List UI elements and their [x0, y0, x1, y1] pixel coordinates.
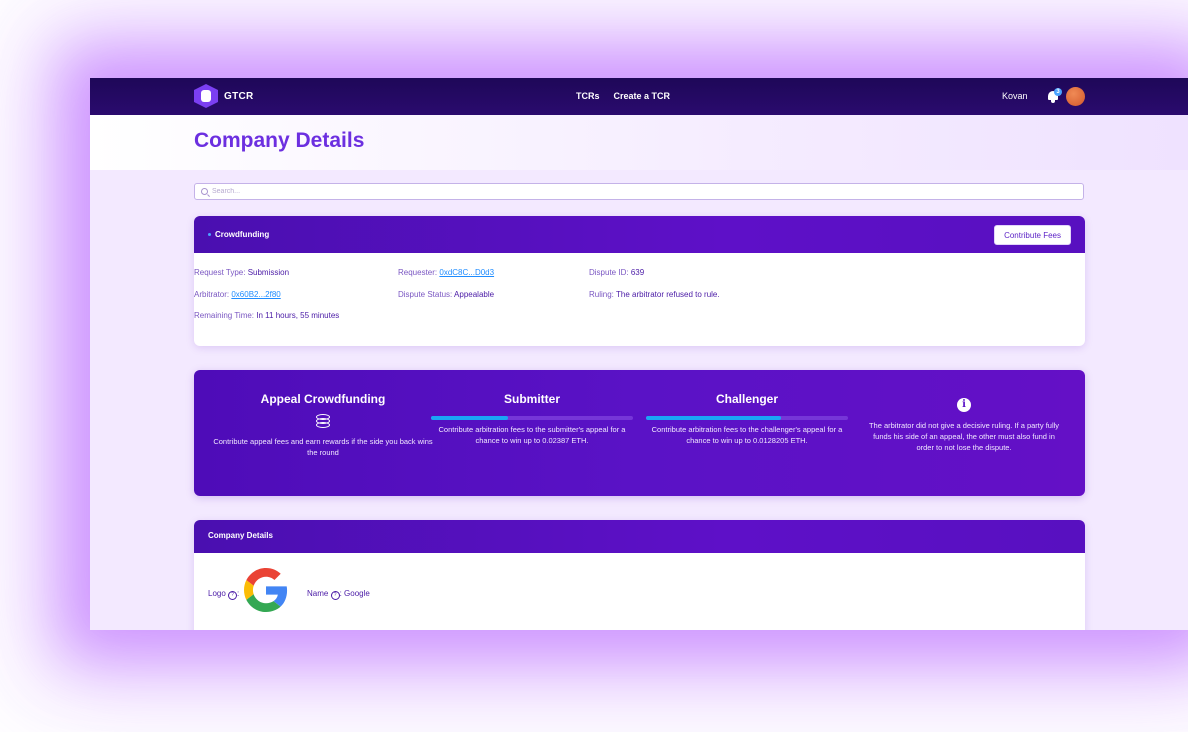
company-details-header: Company Details	[194, 520, 1085, 553]
requester-field: Requester: 0xdC8C...D0d3	[398, 268, 494, 277]
requester-link[interactable]: 0xdC8C...D0d3	[439, 268, 494, 277]
crowdfunding-card: Crowdfunding Contribute Fees Request Typ…	[194, 216, 1085, 346]
contribute-fees-button[interactable]: Contribute Fees	[994, 225, 1071, 245]
dispute-id-label: Dispute ID:	[589, 268, 629, 277]
coins-icon	[314, 414, 332, 430]
company-details-card: Company Details Logo ?: Name ?: Google	[194, 520, 1085, 630]
appeal-title: Appeal Crowdfunding	[260, 392, 386, 406]
crowdfunding-title: Crowdfunding	[215, 230, 270, 239]
challenger-column: Challenger Contribute arbitration fees t…	[646, 392, 848, 446]
search-icon	[201, 188, 208, 195]
submitter-progress-bar	[431, 416, 633, 420]
challenger-progress-fill	[646, 416, 782, 420]
remaining-time-label: Remaining Time:	[194, 311, 255, 320]
challenger-progress-bar	[646, 416, 848, 420]
gtcr-logo-icon	[194, 84, 218, 108]
name-field: Name ?: Google	[307, 589, 370, 600]
page-header: Company Details	[90, 115, 1188, 170]
avatar[interactable]	[1066, 87, 1085, 106]
brand-name: GTCR	[224, 90, 254, 102]
dispute-id-field: Dispute ID: 639	[589, 268, 644, 277]
appeal-description: Contribute appeal fees and earn rewards …	[213, 437, 433, 457]
nav-tcrs[interactable]: TCRs	[576, 91, 600, 101]
status-dot-icon	[208, 233, 211, 236]
network-label[interactable]: Kovan	[1002, 91, 1028, 101]
dispute-status-label: Dispute Status:	[398, 290, 453, 299]
arbitrator-field: Arbitrator: 0x60B2...2f80	[194, 290, 281, 299]
ruling-info: i The arbitrator did not give a decisive…	[866, 398, 1062, 453]
company-details-title: Company Details	[208, 531, 273, 540]
search-bar[interactable]	[194, 183, 1084, 200]
remaining-time-value: In 11 hours, 55 minutes	[256, 311, 340, 320]
dispute-id-value: 639	[630, 268, 645, 277]
arbitrator-link[interactable]: 0x60B2...2f80	[231, 290, 280, 299]
request-type-label: Request Type:	[194, 268, 246, 277]
info-icon: i	[957, 398, 971, 412]
submitter-progress-fill	[431, 416, 508, 420]
request-type-field: Request Type: Submission	[194, 268, 289, 277]
ruling-value: The arbitrator refused to rule.	[615, 290, 720, 299]
ruling-info-text: The arbitrator did not give a decisive r…	[868, 421, 1060, 452]
help-question-icon[interactable]: ?	[330, 591, 340, 600]
ruling-label: Ruling:	[589, 290, 614, 299]
company-name-value: Google	[344, 589, 370, 598]
brand-logo[interactable]: GTCR	[194, 84, 254, 108]
request-type-value: Submission	[247, 268, 290, 277]
top-navigation-bar: GTCR TCRs Create a TCR Kovan 3	[90, 78, 1188, 115]
remaining-time-field: Remaining Time: In 11 hours, 55 minutes	[194, 311, 339, 320]
main-nav: TCRs Create a TCR	[576, 91, 670, 101]
help-question-icon[interactable]: ?	[228, 591, 238, 600]
ruling-field: Ruling: The arbitrator refused to rule.	[589, 290, 720, 299]
page-title: Company Details	[194, 129, 365, 152]
dispute-status-value: Appealable	[454, 290, 495, 299]
dispute-status-field: Dispute Status: Appealable	[398, 290, 494, 299]
logo-field: Logo ?:	[208, 589, 240, 600]
app-window: GTCR TCRs Create a TCR Kovan 3 Company D…	[90, 78, 1188, 630]
name-label: Name	[307, 589, 329, 598]
submitter-column: Submitter Contribute arbitration fees to…	[431, 392, 633, 446]
appeal-intro: Appeal Crowdfunding Contribute appeal fe…	[208, 392, 438, 458]
arbitrator-label: Arbitrator:	[194, 290, 230, 299]
requester-label: Requester:	[398, 268, 438, 277]
challenger-title: Challenger	[715, 392, 778, 406]
notifications-bell-icon[interactable]: 3	[1047, 88, 1062, 104]
notification-badge: 3	[1054, 88, 1062, 96]
logo-label: Logo	[208, 589, 226, 598]
submitter-text: Contribute arbitration fees to the submi…	[438, 425, 626, 445]
nav-create-tcr[interactable]: Create a TCR	[614, 91, 671, 101]
crowdfunding-header: Crowdfunding Contribute Fees	[194, 216, 1085, 253]
google-logo	[244, 568, 288, 612]
appeal-crowdfunding-panel: Appeal Crowdfunding Contribute appeal fe…	[194, 370, 1085, 496]
search-input[interactable]	[212, 188, 1072, 195]
challenger-text: Contribute arbitration fees to the chall…	[651, 425, 843, 445]
submitter-title: Submitter	[503, 392, 560, 406]
